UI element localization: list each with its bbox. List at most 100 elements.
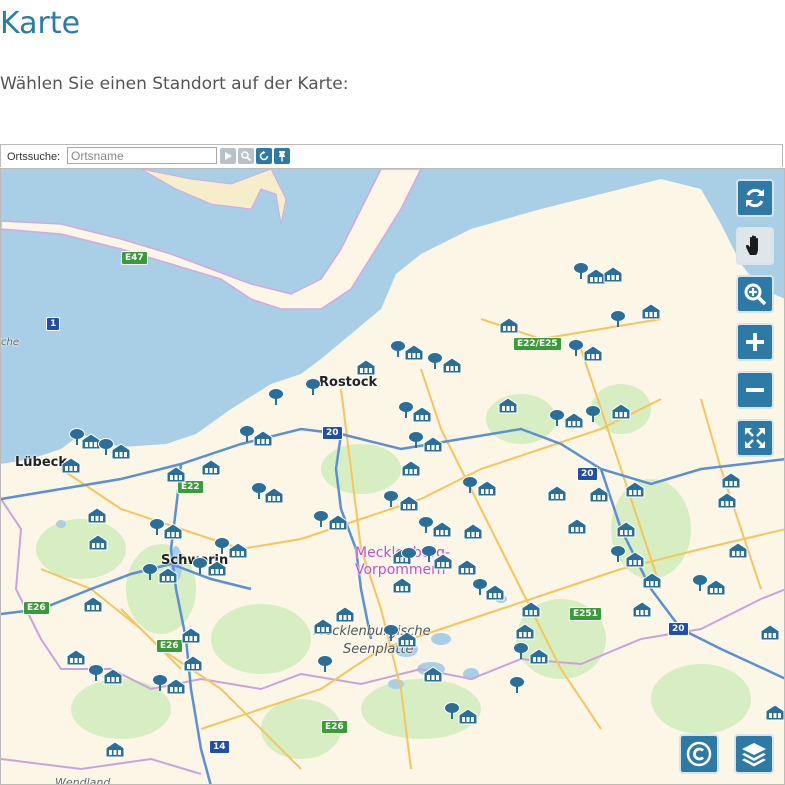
station-house-marker[interactable]: [83, 596, 103, 613]
station-tree-marker[interactable]: [509, 676, 525, 694]
station-tree-marker[interactable]: [383, 490, 399, 508]
station-house-marker[interactable]: [335, 606, 355, 623]
station-tree-marker[interactable]: [251, 482, 267, 500]
station-house-marker[interactable]: [521, 601, 541, 618]
station-tree-marker[interactable]: [549, 409, 565, 427]
station-house-marker[interactable]: [721, 472, 741, 489]
station-tree-marker[interactable]: [214, 537, 230, 555]
station-house-marker[interactable]: [166, 678, 186, 695]
station-tree-marker[interactable]: [610, 545, 626, 563]
station-tree-marker[interactable]: [444, 702, 460, 720]
station-house-marker[interactable]: [61, 457, 81, 474]
station-tree-marker[interactable]: [317, 655, 333, 673]
station-house-marker[interactable]: [103, 668, 123, 685]
station-house-marker[interactable]: [485, 584, 505, 601]
station-house-marker[interactable]: [728, 542, 748, 559]
station-house-marker[interactable]: [625, 481, 645, 498]
station-tree-marker[interactable]: [585, 405, 601, 423]
station-house-marker[interactable]: [111, 443, 131, 460]
layers-button[interactable]: [734, 734, 774, 774]
map-view[interactable]: RostockLübeckSchwerinMecklenburg-Vorpomm…: [0, 168, 785, 785]
station-house-marker[interactable]: [433, 553, 453, 570]
search-pin-button[interactable]: [274, 148, 290, 164]
station-house-marker[interactable]: [717, 492, 737, 509]
station-house-marker[interactable]: [583, 345, 603, 362]
station-house-marker[interactable]: [423, 666, 443, 683]
station-tree-marker[interactable]: [427, 352, 443, 370]
station-house-marker[interactable]: [88, 534, 108, 551]
zoom-in-button[interactable]: [736, 323, 774, 361]
station-tree-marker[interactable]: [152, 674, 168, 692]
station-tree-marker[interactable]: [568, 339, 584, 357]
station-tree-marker[interactable]: [383, 624, 399, 642]
station-house-marker[interactable]: [228, 542, 248, 559]
station-house-marker[interactable]: [81, 433, 101, 450]
station-house-marker[interactable]: [641, 303, 661, 320]
station-house-marker[interactable]: [105, 741, 125, 758]
station-house-marker[interactable]: [589, 486, 609, 503]
station-house-marker[interactable]: [356, 359, 376, 376]
station-house-marker[interactable]: [547, 485, 567, 502]
copyright-button[interactable]: [679, 734, 719, 774]
search-input[interactable]: [67, 147, 217, 164]
station-house-marker[interactable]: [564, 412, 584, 429]
station-house-marker[interactable]: [642, 572, 662, 589]
station-house-marker[interactable]: [477, 480, 497, 497]
station-house-marker[interactable]: [163, 523, 183, 540]
station-house-marker[interactable]: [625, 551, 645, 568]
zoom-out-button[interactable]: [736, 371, 774, 409]
station-house-marker[interactable]: [207, 560, 227, 577]
station-house-marker[interactable]: [706, 579, 726, 596]
station-tree-marker[interactable]: [88, 664, 104, 682]
station-tree-marker[interactable]: [418, 516, 434, 534]
station-house-marker[interactable]: [611, 403, 631, 420]
station-house-marker[interactable]: [567, 518, 587, 535]
station-house-marker[interactable]: [463, 523, 483, 540]
station-house-marker[interactable]: [313, 618, 333, 635]
station-house-marker[interactable]: [457, 559, 477, 576]
station-tree-marker[interactable]: [390, 340, 406, 358]
station-house-marker[interactable]: [166, 466, 186, 483]
station-tree-marker[interactable]: [305, 378, 321, 396]
marker-layer[interactable]: [1, 169, 785, 785]
station-house-marker[interactable]: [616, 521, 636, 538]
station-tree-marker[interactable]: [692, 574, 708, 592]
station-house-marker[interactable]: [328, 514, 348, 531]
station-house-marker[interactable]: [432, 521, 452, 538]
station-house-marker[interactable]: [66, 649, 86, 666]
station-house-marker[interactable]: [423, 436, 443, 453]
station-tree-marker[interactable]: [472, 578, 488, 596]
station-tree-marker[interactable]: [513, 642, 529, 660]
station-tree-marker[interactable]: [462, 476, 478, 494]
station-tree-marker[interactable]: [239, 425, 255, 443]
station-house-marker[interactable]: [529, 648, 549, 665]
search-button[interactable]: [238, 148, 254, 164]
station-house-marker[interactable]: [401, 460, 421, 477]
station-tree-marker[interactable]: [408, 431, 424, 449]
station-house-marker[interactable]: [632, 601, 652, 618]
station-tree-marker[interactable]: [192, 557, 208, 575]
station-house-marker[interactable]: [404, 344, 424, 361]
station-tree-marker[interactable]: [142, 563, 158, 581]
pan-button[interactable]: [736, 227, 774, 265]
station-house-marker[interactable]: [201, 459, 221, 476]
station-house-marker[interactable]: [498, 397, 518, 414]
station-tree-marker[interactable]: [268, 388, 284, 406]
station-house-marker[interactable]: [264, 487, 284, 504]
station-house-marker[interactable]: [392, 577, 412, 594]
station-house-marker[interactable]: [412, 406, 432, 423]
station-house-marker[interactable]: [87, 507, 107, 524]
station-house-marker[interactable]: [399, 495, 419, 512]
station-house-marker[interactable]: [181, 627, 201, 644]
station-house-marker[interactable]: [603, 266, 623, 283]
search-reset-button[interactable]: [256, 148, 272, 164]
station-tree-marker[interactable]: [98, 438, 114, 456]
station-house-marker[interactable]: [253, 430, 273, 447]
station-house-marker[interactable]: [499, 317, 519, 334]
station-house-marker[interactable]: [158, 567, 178, 584]
station-house-marker[interactable]: [760, 624, 780, 641]
search-go-button[interactable]: [220, 148, 236, 164]
refresh-button[interactable]: [736, 179, 774, 217]
station-tree-marker[interactable]: [313, 510, 329, 528]
station-house-marker[interactable]: [765, 704, 784, 721]
